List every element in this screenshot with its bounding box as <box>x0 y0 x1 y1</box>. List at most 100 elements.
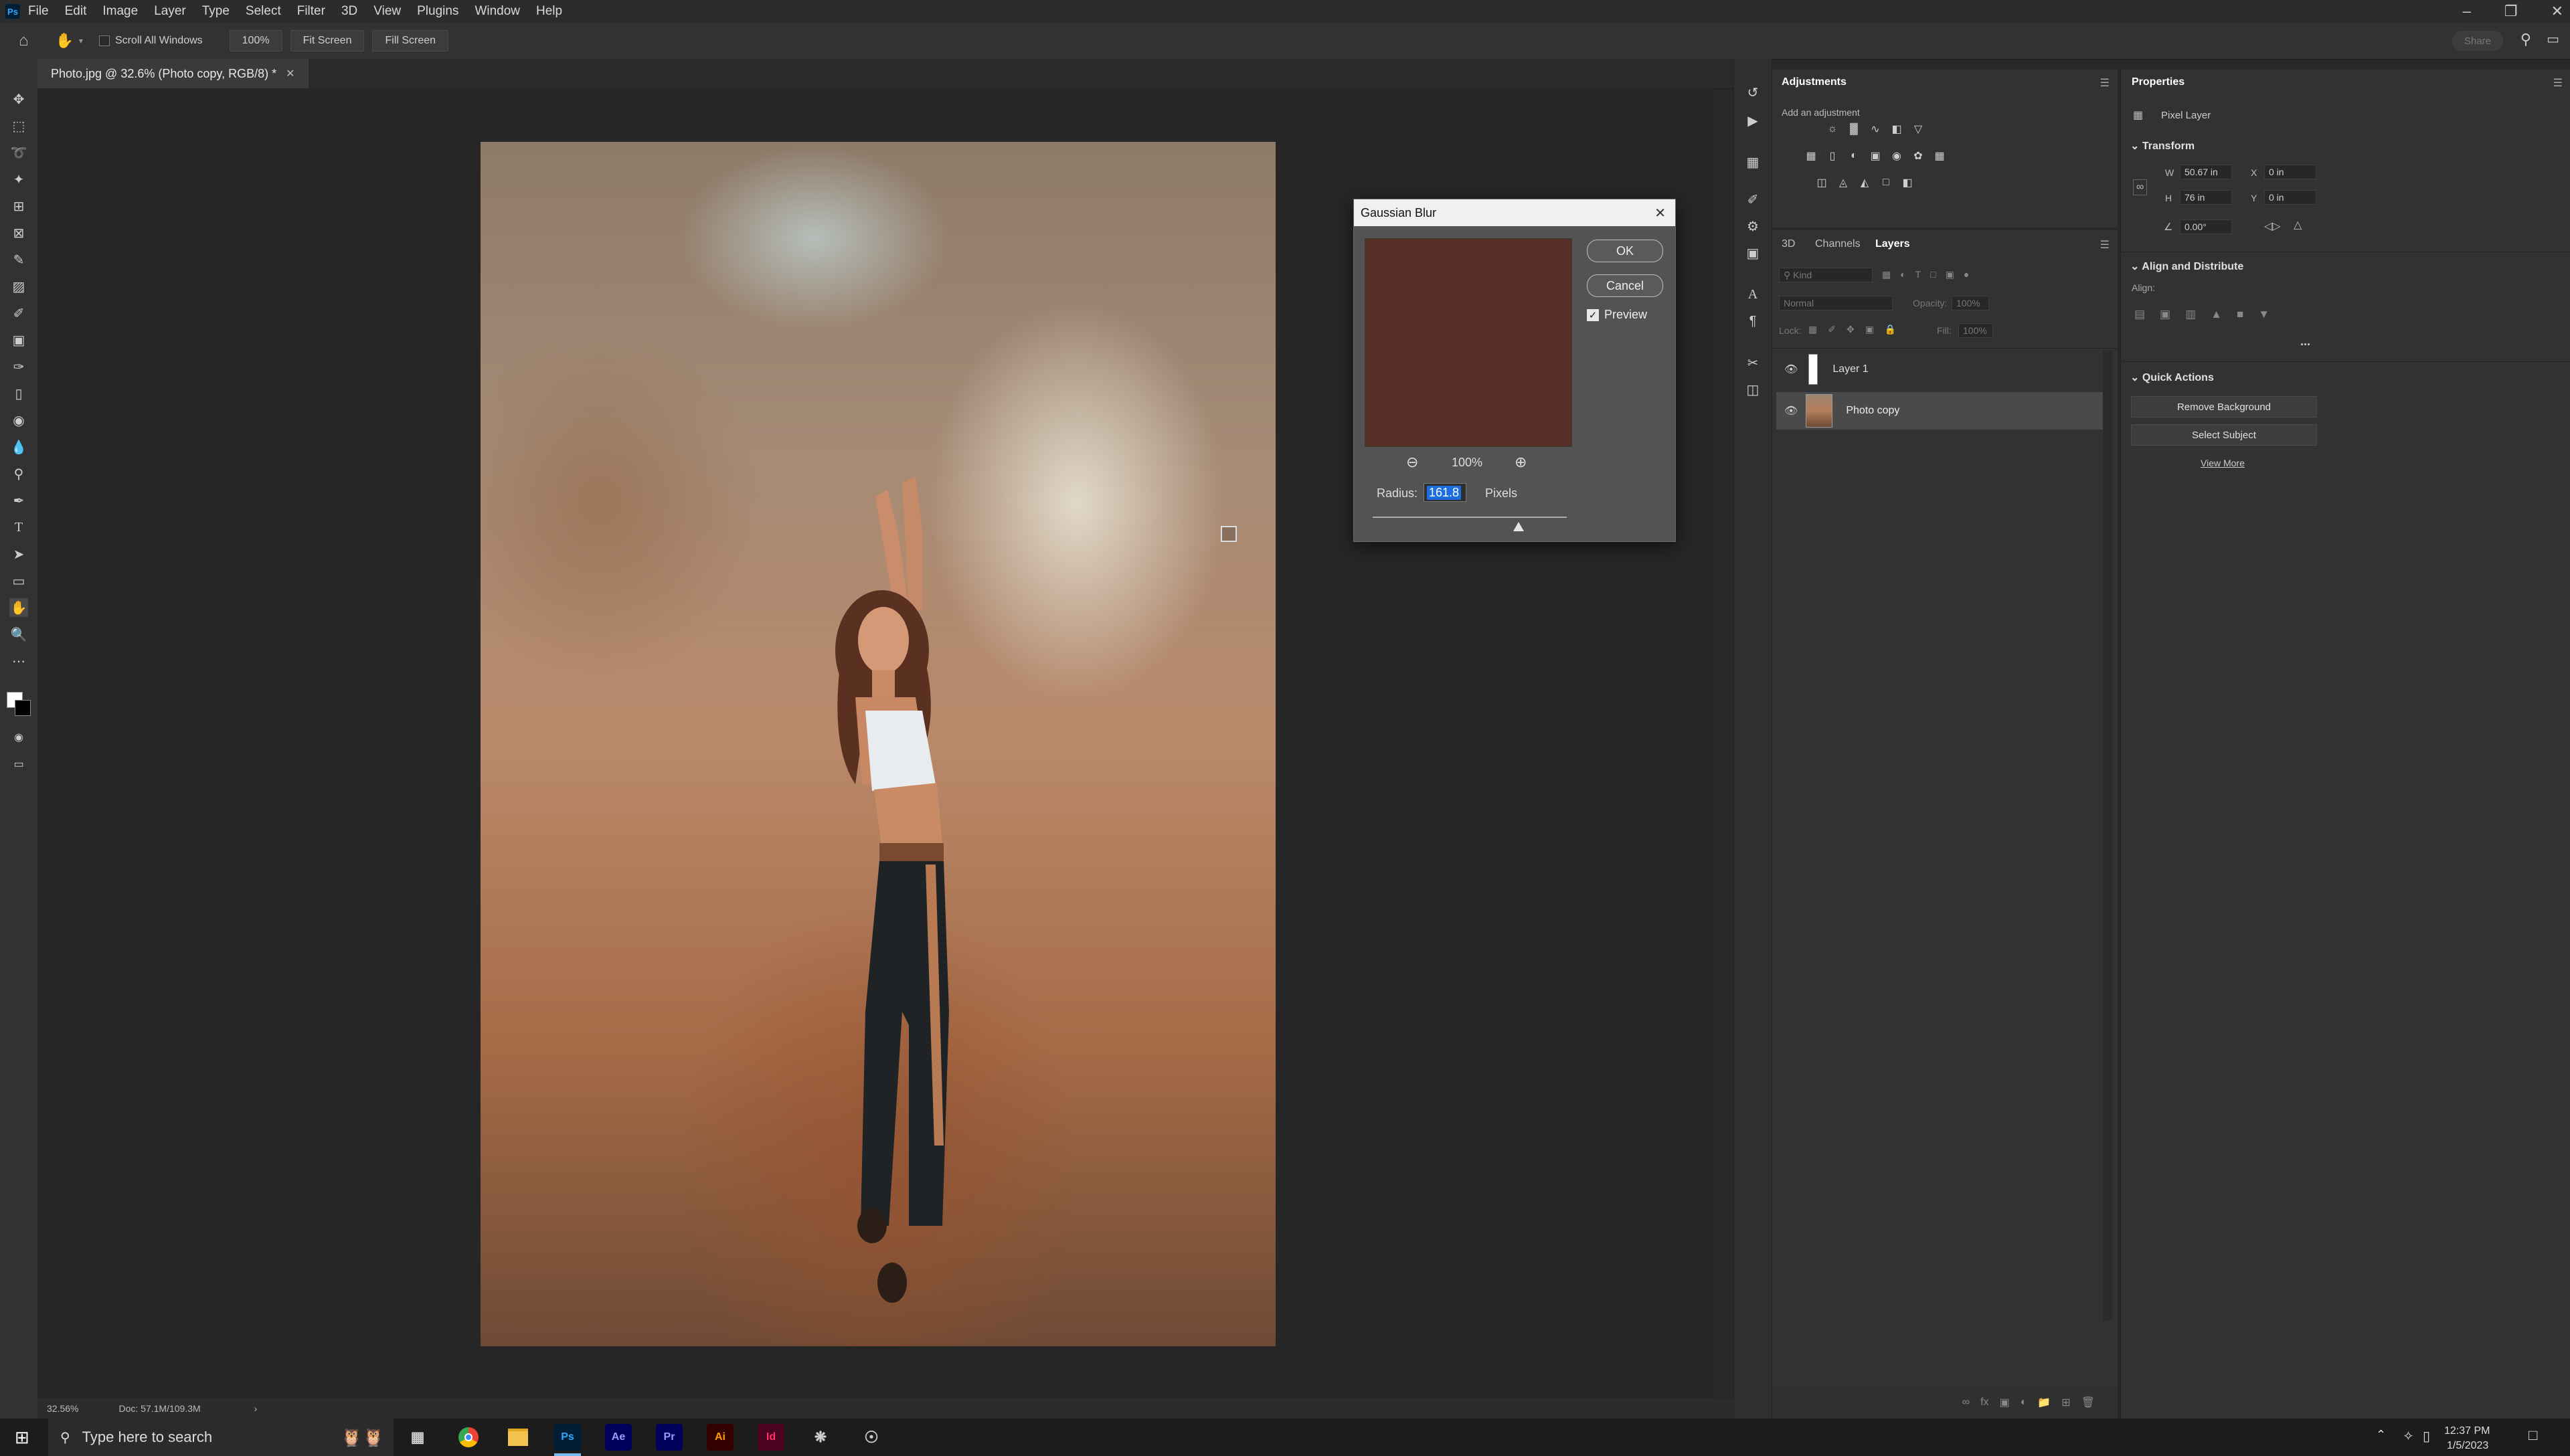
adjustment-layer-icon[interactable]: ◐ <box>2021 1396 2027 1408</box>
chevron-down-icon[interactable]: ▾ <box>79 36 83 46</box>
frame-tool-icon[interactable]: ⊠ <box>9 223 28 242</box>
minimize-icon[interactable]: – <box>2463 3 2471 20</box>
vibrance-icon[interactable]: ▦ <box>1803 149 1819 163</box>
invert-icon[interactable]: ◫ <box>1814 175 1830 190</box>
wifi-icon[interactable]: ✧ <box>2403 1428 2414 1445</box>
menu-3d[interactable]: 3D <box>341 4 357 19</box>
layer-filter-icons[interactable]: ▦◐T□▣● <box>1882 269 1978 280</box>
tab-channels[interactable]: Channels <box>1815 238 1861 250</box>
lock-icons[interactable]: ▦✐✥▣🔒 <box>1808 324 1907 335</box>
hand-tool-icon[interactable]: ✋ <box>56 32 74 50</box>
fill-input[interactable]: 100% <box>1958 323 1993 338</box>
background-color-swatch[interactable] <box>15 700 31 716</box>
channel-mixer-icon[interactable]: ✿ <box>1910 149 1926 163</box>
file-explorer-icon[interactable] <box>505 1424 531 1451</box>
screen-mode-icon[interactable]: ▭ <box>9 755 28 774</box>
eyedropper-tool-icon[interactable]: ✎ <box>9 250 28 269</box>
tab-layers[interactable]: Layers <box>1875 238 1910 250</box>
radius-slider-thumb[interactable] <box>1513 522 1524 531</box>
libraries-icon[interactable]: ▦ <box>1743 153 1762 171</box>
menu-image[interactable]: Image <box>102 4 138 19</box>
posterize-icon[interactable]: ◬ <box>1835 175 1851 190</box>
hand-tool-active-icon[interactable]: ✋ <box>9 598 28 617</box>
document-tab[interactable]: Photo.jpg @ 32.6% (Photo copy, RGB/8) * … <box>37 59 309 88</box>
brushes-icon[interactable]: ✐ <box>1743 190 1762 209</box>
close-icon[interactable]: ✕ <box>2551 3 2563 20</box>
quick-actions-title[interactable]: ⌄ Quick Actions <box>2130 371 2214 384</box>
flip-vertical-icon[interactable]: △ <box>2294 218 2302 232</box>
blur-tool-icon[interactable]: 💧 <box>9 438 28 456</box>
task-view-icon[interactable]: ▦ <box>404 1424 431 1451</box>
lasso-tool-icon[interactable]: ➰ <box>9 143 28 162</box>
paint-bucket-tool-icon[interactable]: ◉ <box>9 411 28 430</box>
actions-play-icon[interactable]: ▶ <box>1743 111 1762 130</box>
levels-icon[interactable]: ▓ <box>1846 122 1862 136</box>
color-lookup-icon[interactable]: ▦ <box>1932 149 1948 163</box>
after-effects-icon[interactable]: Ae <box>605 1424 632 1451</box>
clock-date[interactable]: 1/5/2023 <box>2447 1440 2488 1452</box>
fit-screen-button[interactable]: Fit Screen <box>290 30 365 52</box>
menu-window[interactable]: Window <box>475 4 520 19</box>
move-tool-icon[interactable]: ✥ <box>9 90 28 108</box>
new-group-icon[interactable]: 📁 <box>2037 1396 2051 1409</box>
tool-presets-icon[interactable]: ✂ <box>1743 353 1762 372</box>
dialog-close-icon[interactable]: ✕ <box>1654 205 1666 221</box>
clone-source-icon[interactable]: ▣ <box>1743 244 1762 262</box>
remove-background-button[interactable]: Remove Background <box>2131 396 2317 418</box>
object-select-tool-icon[interactable]: ✦ <box>9 170 28 189</box>
healing-brush-tool-icon[interactable]: ▨ <box>9 277 28 296</box>
doc-size-status[interactable]: Doc: 57.1M/109.3M <box>118 1403 200 1414</box>
path-select-tool-icon[interactable]: ➤ <box>9 545 28 563</box>
visibility-eye-icon[interactable]: 👁 <box>1784 363 1798 376</box>
select-subject-button[interactable]: Select Subject <box>2131 424 2317 446</box>
search-icon[interactable]: ⚲ <box>2520 31 2531 48</box>
tab-properties[interactable]: Properties <box>2132 76 2184 88</box>
delete-layer-icon[interactable]: 🗑 <box>2081 1396 2095 1409</box>
fill-screen-button[interactable]: Fill Screen <box>372 30 449 52</box>
hue-saturation-icon[interactable]: ▯ <box>1824 149 1840 163</box>
obs-icon[interactable]: ☉ <box>858 1424 885 1451</box>
notification-icon[interactable]: □ <box>2529 1427 2537 1444</box>
eraser-tool-icon[interactable]: ▯ <box>9 384 28 403</box>
document-canvas-image[interactable] <box>481 142 1276 1346</box>
close-tab-icon[interactable]: ✕ <box>286 67 294 80</box>
illustrator-icon[interactable]: Ai <box>707 1424 734 1451</box>
menu-help[interactable]: Help <box>536 4 562 19</box>
photoshop-taskbar-icon[interactable]: Ps <box>554 1424 581 1451</box>
menu-edit[interactable]: Edit <box>65 4 87 19</box>
gradient-triangle-icon[interactable]: ▽ <box>1910 122 1926 136</box>
link-proportions-icon[interactable]: ∞ <box>2133 179 2148 195</box>
dodge-tool-icon[interactable]: ⚲ <box>9 464 28 483</box>
x-input[interactable]: 0 in <box>2264 165 2316 179</box>
layers-menu-icon[interactable]: ☰ <box>2100 238 2110 252</box>
width-input[interactable]: 50.67 in <box>2180 165 2232 179</box>
radius-slider-track[interactable] <box>1373 517 1567 518</box>
zoom-out-icon[interactable]: ⊖ <box>1406 454 1418 471</box>
history-brush-tool-icon[interactable]: ✑ <box>9 357 28 376</box>
opacity-input[interactable]: 100% <box>1952 296 1989 310</box>
layer-row-layer-1[interactable]: 👁 Layer 1 <box>1776 351 2103 388</box>
windows-start-icon[interactable]: ⊞ <box>15 1427 29 1448</box>
tab-3d[interactable]: 3D <box>1782 238 1795 250</box>
photo-filter-icon[interactable]: ◉ <box>1889 149 1905 163</box>
angle-input[interactable]: 0.00° <box>2180 219 2232 234</box>
flip-horizontal-icon[interactable]: ◁▷ <box>2264 219 2281 233</box>
more-tools-icon[interactable]: ⋯ <box>9 652 28 670</box>
paragraph-icon[interactable]: ¶ <box>1743 312 1762 331</box>
height-input[interactable]: 76 in <box>2180 190 2232 205</box>
davinci-resolve-icon[interactable]: ❋ <box>807 1424 834 1451</box>
clock-time[interactable]: 12:37 PM <box>2444 1425 2490 1437</box>
character-icon[interactable]: A <box>1743 285 1762 304</box>
pen-tool-icon[interactable]: ✒ <box>9 491 28 510</box>
add-mask-icon[interactable]: ▣ <box>2000 1396 2010 1409</box>
menu-view[interactable]: View <box>373 4 401 19</box>
curves-icon[interactable]: ∿ <box>1867 122 1883 136</box>
chrome-icon[interactable] <box>455 1424 482 1451</box>
menu-select[interactable]: Select <box>246 4 281 19</box>
zoom-status[interactable]: 32.56% <box>47 1403 78 1414</box>
status-arrow-icon[interactable]: › <box>254 1403 258 1414</box>
menu-plugins[interactable]: Plugins <box>417 4 458 19</box>
link-layers-icon[interactable]: ∞ <box>1962 1396 1970 1408</box>
preview-checkbox[interactable]: ✓ Preview <box>1587 308 1647 322</box>
marquee-tool-icon[interactable]: ⬚ <box>9 116 28 135</box>
